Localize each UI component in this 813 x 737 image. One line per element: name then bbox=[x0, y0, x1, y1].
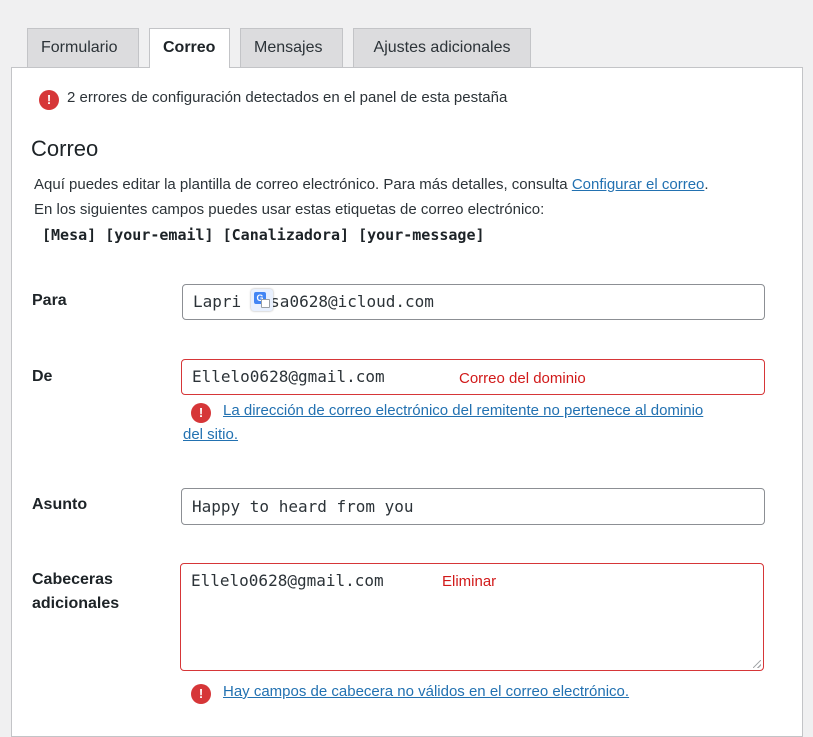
description-prefix: Aquí puedes editar la plantilla de corre… bbox=[34, 176, 572, 193]
translate-icon[interactable]: G bbox=[251, 289, 273, 311]
cabeceras-error-link[interactable]: Hay campos de cabecera no válidos en el … bbox=[223, 680, 629, 704]
description-suffix: . bbox=[704, 176, 709, 193]
de-label: De bbox=[32, 368, 53, 385]
de-error-link-line-2[interactable]: del sitio. bbox=[183, 423, 238, 447]
tab-mensajes[interactable]: Mensajes bbox=[240, 28, 343, 67]
exclamation-circle-icon: ! bbox=[39, 90, 59, 110]
configure-mail-link[interactable]: Configurar el correo bbox=[572, 176, 705, 193]
de-error-link-line-1[interactable]: La dirección de correo electrónico del r… bbox=[223, 399, 703, 423]
para-label: Para bbox=[32, 292, 67, 309]
para-value-start: Lapri bbox=[193, 292, 242, 311]
tab-ajustes-adicionales[interactable]: Ajustes adicionales bbox=[353, 28, 531, 67]
tab-correo[interactable]: Correo bbox=[149, 28, 230, 68]
para-value-end: sa0628@icloud.com bbox=[270, 292, 434, 311]
de-annotation: Correo del dominio bbox=[459, 370, 586, 387]
mail-tags: [Mesa] [your-email] [Canalizadora] [your… bbox=[42, 226, 485, 244]
config-warning-text: 2 errores de configuración detectados en… bbox=[67, 89, 508, 106]
tab-bar: Formulario Correo Mensajes Ajustes adici… bbox=[27, 28, 531, 68]
tab-formulario[interactable]: Formulario bbox=[27, 28, 139, 67]
exclamation-circle-icon: ! bbox=[191, 403, 211, 423]
de-value: Ellelo0628@gmail.com bbox=[192, 367, 385, 386]
cabeceras-value: Ellelo0628@gmail.com bbox=[191, 571, 384, 590]
cabeceras-label-line-2: adicionales bbox=[32, 595, 120, 612]
description-line-2: En los siguientes campos puedes usar est… bbox=[34, 201, 545, 218]
asunto-input[interactable]: Happy to heard from you bbox=[181, 488, 765, 525]
asunto-label: Asunto bbox=[32, 496, 88, 513]
cabeceras-label-line-1: Cabeceras bbox=[32, 571, 113, 588]
asunto-value: Happy to heard from you bbox=[192, 497, 414, 516]
description-line-1: Aquí puedes editar la plantilla de corre… bbox=[34, 176, 709, 193]
section-title: Correo bbox=[31, 136, 99, 161]
resize-handle[interactable] bbox=[753, 660, 761, 668]
exclamation-circle-icon: ! bbox=[191, 684, 211, 704]
cabeceras-annotation: Eliminar bbox=[442, 573, 497, 590]
